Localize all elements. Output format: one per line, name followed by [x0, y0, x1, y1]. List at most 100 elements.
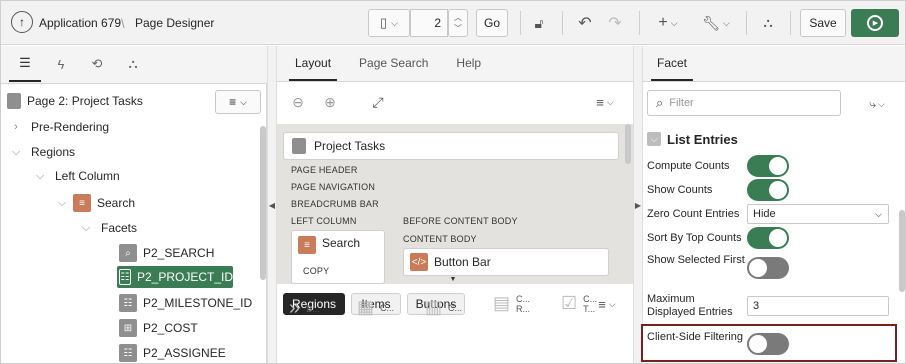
gallery-item-label: B... [306, 303, 320, 314]
prop-label-show-counts: Show Counts [647, 184, 713, 196]
page-card[interactable]: Project Tasks [283, 132, 619, 160]
resize-handle-icon[interactable]: ▼ [447, 275, 459, 283]
tree-node-label: Pre-Rendering [31, 120, 110, 134]
chevron-right-icon[interactable]: › [9, 121, 23, 133]
tab-page-search[interactable]: Page Search [353, 56, 434, 81]
tree-item-p2-project-id[interactable]: ☷ P2_PROJECT_ID [117, 266, 233, 288]
goto-group-button[interactable]: ⤷ ⌵ [863, 94, 891, 114]
max-displayed-entries-input[interactable]: 3 [747, 296, 889, 316]
tree-node-left-column[interactable]: ⌵ Left Column [33, 165, 120, 187]
calendar-icon: ▦ [357, 297, 375, 317]
page-number-input[interactable]: 2 [410, 9, 448, 37]
wrench-icon: 🔧︎ [702, 14, 720, 31]
tree-node-facets[interactable]: ⌵ Facets [79, 217, 137, 239]
save-button[interactable]: Save [800, 9, 846, 37]
tree-item-label: P2_ASSIGNEE [143, 346, 226, 360]
left-panel-tabs: ☰ ϟ ⟲ ⛬ [1, 46, 267, 84]
zero-count-select[interactable]: Hide ⌵ [747, 204, 889, 224]
redo-icon[interactable]: ↷ [605, 13, 625, 33]
chevron-down-icon[interactable]: ⌵ [79, 222, 93, 235]
tree-item-label: P2_PROJECT_ID [136, 270, 233, 284]
run-page-button[interactable]: ▶ [851, 9, 899, 37]
shared-components-icon[interactable]: ⛬ [758, 13, 778, 33]
chevron-down-icon[interactable]: ⌵ [55, 197, 69, 210]
gallery-item-classic-report[interactable]: ▤ C... R... [493, 293, 530, 314]
processing-tab-icon[interactable]: ⟲ [85, 46, 109, 82]
chevron-up-icon[interactable]: ︿ [454, 12, 462, 23]
table-icon: ▤ [493, 293, 511, 313]
up-arrow-icon[interactable]: ↑ [11, 11, 33, 33]
page-node-label: Page 2: Project Tasks [27, 94, 143, 108]
tab-layout[interactable]: Layout [289, 56, 338, 81]
gallery-item-calendar[interactable]: ▦ C... [357, 297, 394, 318]
canvas-scrollbar[interactable] [625, 124, 631, 164]
tree-node-regions[interactable]: ⌵ Regions [9, 141, 75, 163]
content-body-label: CONTENT BODY [403, 234, 477, 244]
right-scrollbar[interactable] [899, 210, 905, 292]
chevron-down-icon[interactable]: ﹀ [454, 23, 462, 34]
chevron-down-icon: ⌵ [240, 96, 247, 107]
tab-help[interactable]: Help [450, 56, 487, 81]
tree-item-p2-search[interactable]: ⌕ P2_SEARCH [119, 242, 214, 264]
page-header-label: PAGE HEADER [291, 165, 358, 175]
dynamic-actions-tab-icon[interactable]: ϟ [49, 46, 73, 82]
shared-components-tab-icon[interactable]: ⛬ [121, 46, 145, 82]
button-bar-label: Button Bar [434, 255, 491, 269]
create-menu-button[interactable]: + ⌵ [653, 13, 683, 33]
gallery-item-chart[interactable]: ▥ C... [425, 297, 462, 318]
sort-by-top-counts-toggle[interactable] [747, 227, 789, 249]
compute-counts-toggle[interactable] [747, 155, 789, 177]
page-card-label: Project Tasks [314, 139, 386, 153]
zoom-in-icon[interactable]: ⊕ [321, 92, 339, 112]
undo-icon[interactable]: ↶ [575, 13, 595, 33]
client-side-filtering-toggle[interactable] [747, 333, 789, 355]
chevron-down-icon: ⌵ [877, 98, 885, 109]
page-title: Page Designer [135, 16, 215, 30]
gallery-item-tabular-form[interactable]: ☑ C... T... [561, 293, 597, 314]
button-bar-card[interactable]: </> Button Bar [403, 248, 609, 276]
section-title: List Entries [667, 131, 738, 147]
page-icon: ▯ [380, 15, 388, 30]
tree-item-p2-assignee[interactable]: ☷ P2_ASSIGNEE [119, 342, 226, 363]
layout-menu-button[interactable]: ≡ ⌵ [589, 92, 621, 112]
collapse-section-icon[interactable]: ⌵ [647, 132, 661, 146]
chevron-down-icon: ⌵ [606, 96, 614, 107]
filter-input[interactable]: ⌕ Filter [647, 90, 841, 116]
tree-item-p2-milestone-id[interactable]: ☷ P2_MILESTONE_ID [119, 292, 252, 314]
top-toolbar: ↑ Application 679 \ Page Designer ▯ ⌵ 2 … [1, 1, 905, 45]
unlock-icon[interactable]: 🔓︎ [529, 13, 549, 33]
chevron-down-icon: ⌵ [608, 298, 616, 309]
left-column-label: LEFT COLUMN [291, 216, 357, 226]
tab-facet[interactable]: Facet [651, 56, 694, 81]
right-splitter[interactable]: ▶ [633, 46, 643, 363]
plus-icon: + [658, 14, 668, 31]
tree-item-p2-cost[interactable]: ⊞ P2_COST [119, 317, 198, 339]
left-scrollbar[interactable] [260, 126, 266, 280]
page-number-stepper[interactable]: ︿ ﹀ [448, 9, 468, 37]
rendering-tab-icon[interactable]: ☰ [9, 46, 41, 82]
gallery-item-breadcrumb[interactable]: » B... [289, 297, 320, 320]
chevron-down-icon[interactable]: ⌵ [9, 146, 23, 159]
layout-canvas[interactable]: Project Tasks PAGE HEADER PAGE NAVIGATIO… [277, 124, 633, 284]
show-counts-toggle[interactable] [747, 179, 789, 201]
show-selected-first-toggle[interactable] [747, 257, 789, 279]
chevron-down-icon: ⌵ [670, 17, 678, 28]
hamburger-icon: ≡ [229, 95, 237, 109]
collapse-left-icon[interactable]: ◀ [269, 201, 275, 210]
left-splitter[interactable]: ◀ [267, 46, 277, 363]
page-node[interactable]: Page 2: Project Tasks [7, 90, 143, 112]
tree-node-pre-rendering[interactable]: › Pre-Rendering [9, 116, 109, 138]
breadcrumb-separator: \ [121, 15, 125, 31]
utilities-menu-button[interactable]: 🔧︎ ⌵ [701, 13, 731, 33]
page-designer-window: ↑ Application 679 \ Page Designer ▯ ⌵ 2 … [0, 0, 906, 364]
page-selector-button[interactable]: ▯ ⌵ [368, 9, 410, 37]
chevron-down-icon[interactable]: ⌵ [33, 170, 47, 183]
go-button[interactable]: Go [476, 9, 508, 37]
expand-icon[interactable]: ⤢ [369, 92, 387, 112]
zoom-out-icon[interactable]: ⊖ [289, 92, 307, 112]
collapse-right-icon[interactable]: ▶ [635, 201, 641, 210]
tree-node-search[interactable]: ⌵ ≡ Search [55, 192, 135, 214]
tree-menu-button[interactable]: ≡ ⌵ [215, 90, 261, 114]
divider [562, 11, 563, 35]
application-link[interactable]: Application 679 [39, 13, 121, 33]
